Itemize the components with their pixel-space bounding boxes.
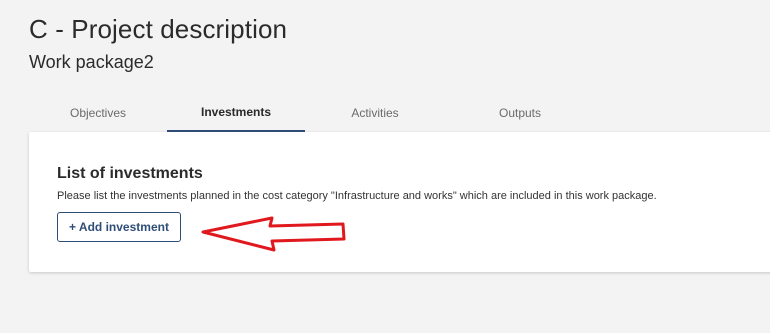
tab-investments[interactable]: Investments [167, 94, 305, 132]
page-subtitle: Work package2 [29, 52, 154, 72]
add-investment-button[interactable]: + Add investment [57, 212, 181, 242]
investments-card: List of investments Please list the inve… [29, 132, 770, 272]
tab-activities[interactable]: Activities [305, 94, 445, 132]
tab-outputs[interactable]: Outputs [445, 94, 595, 132]
tab-objectives[interactable]: Objectives [29, 94, 167, 132]
tab-bar: Objectives Investments Activities Output… [29, 94, 770, 132]
investments-list-title: List of investments [57, 165, 203, 182]
page-title: C - Project description [29, 14, 288, 44]
investments-description: Please list the investments planned in t… [57, 190, 657, 202]
